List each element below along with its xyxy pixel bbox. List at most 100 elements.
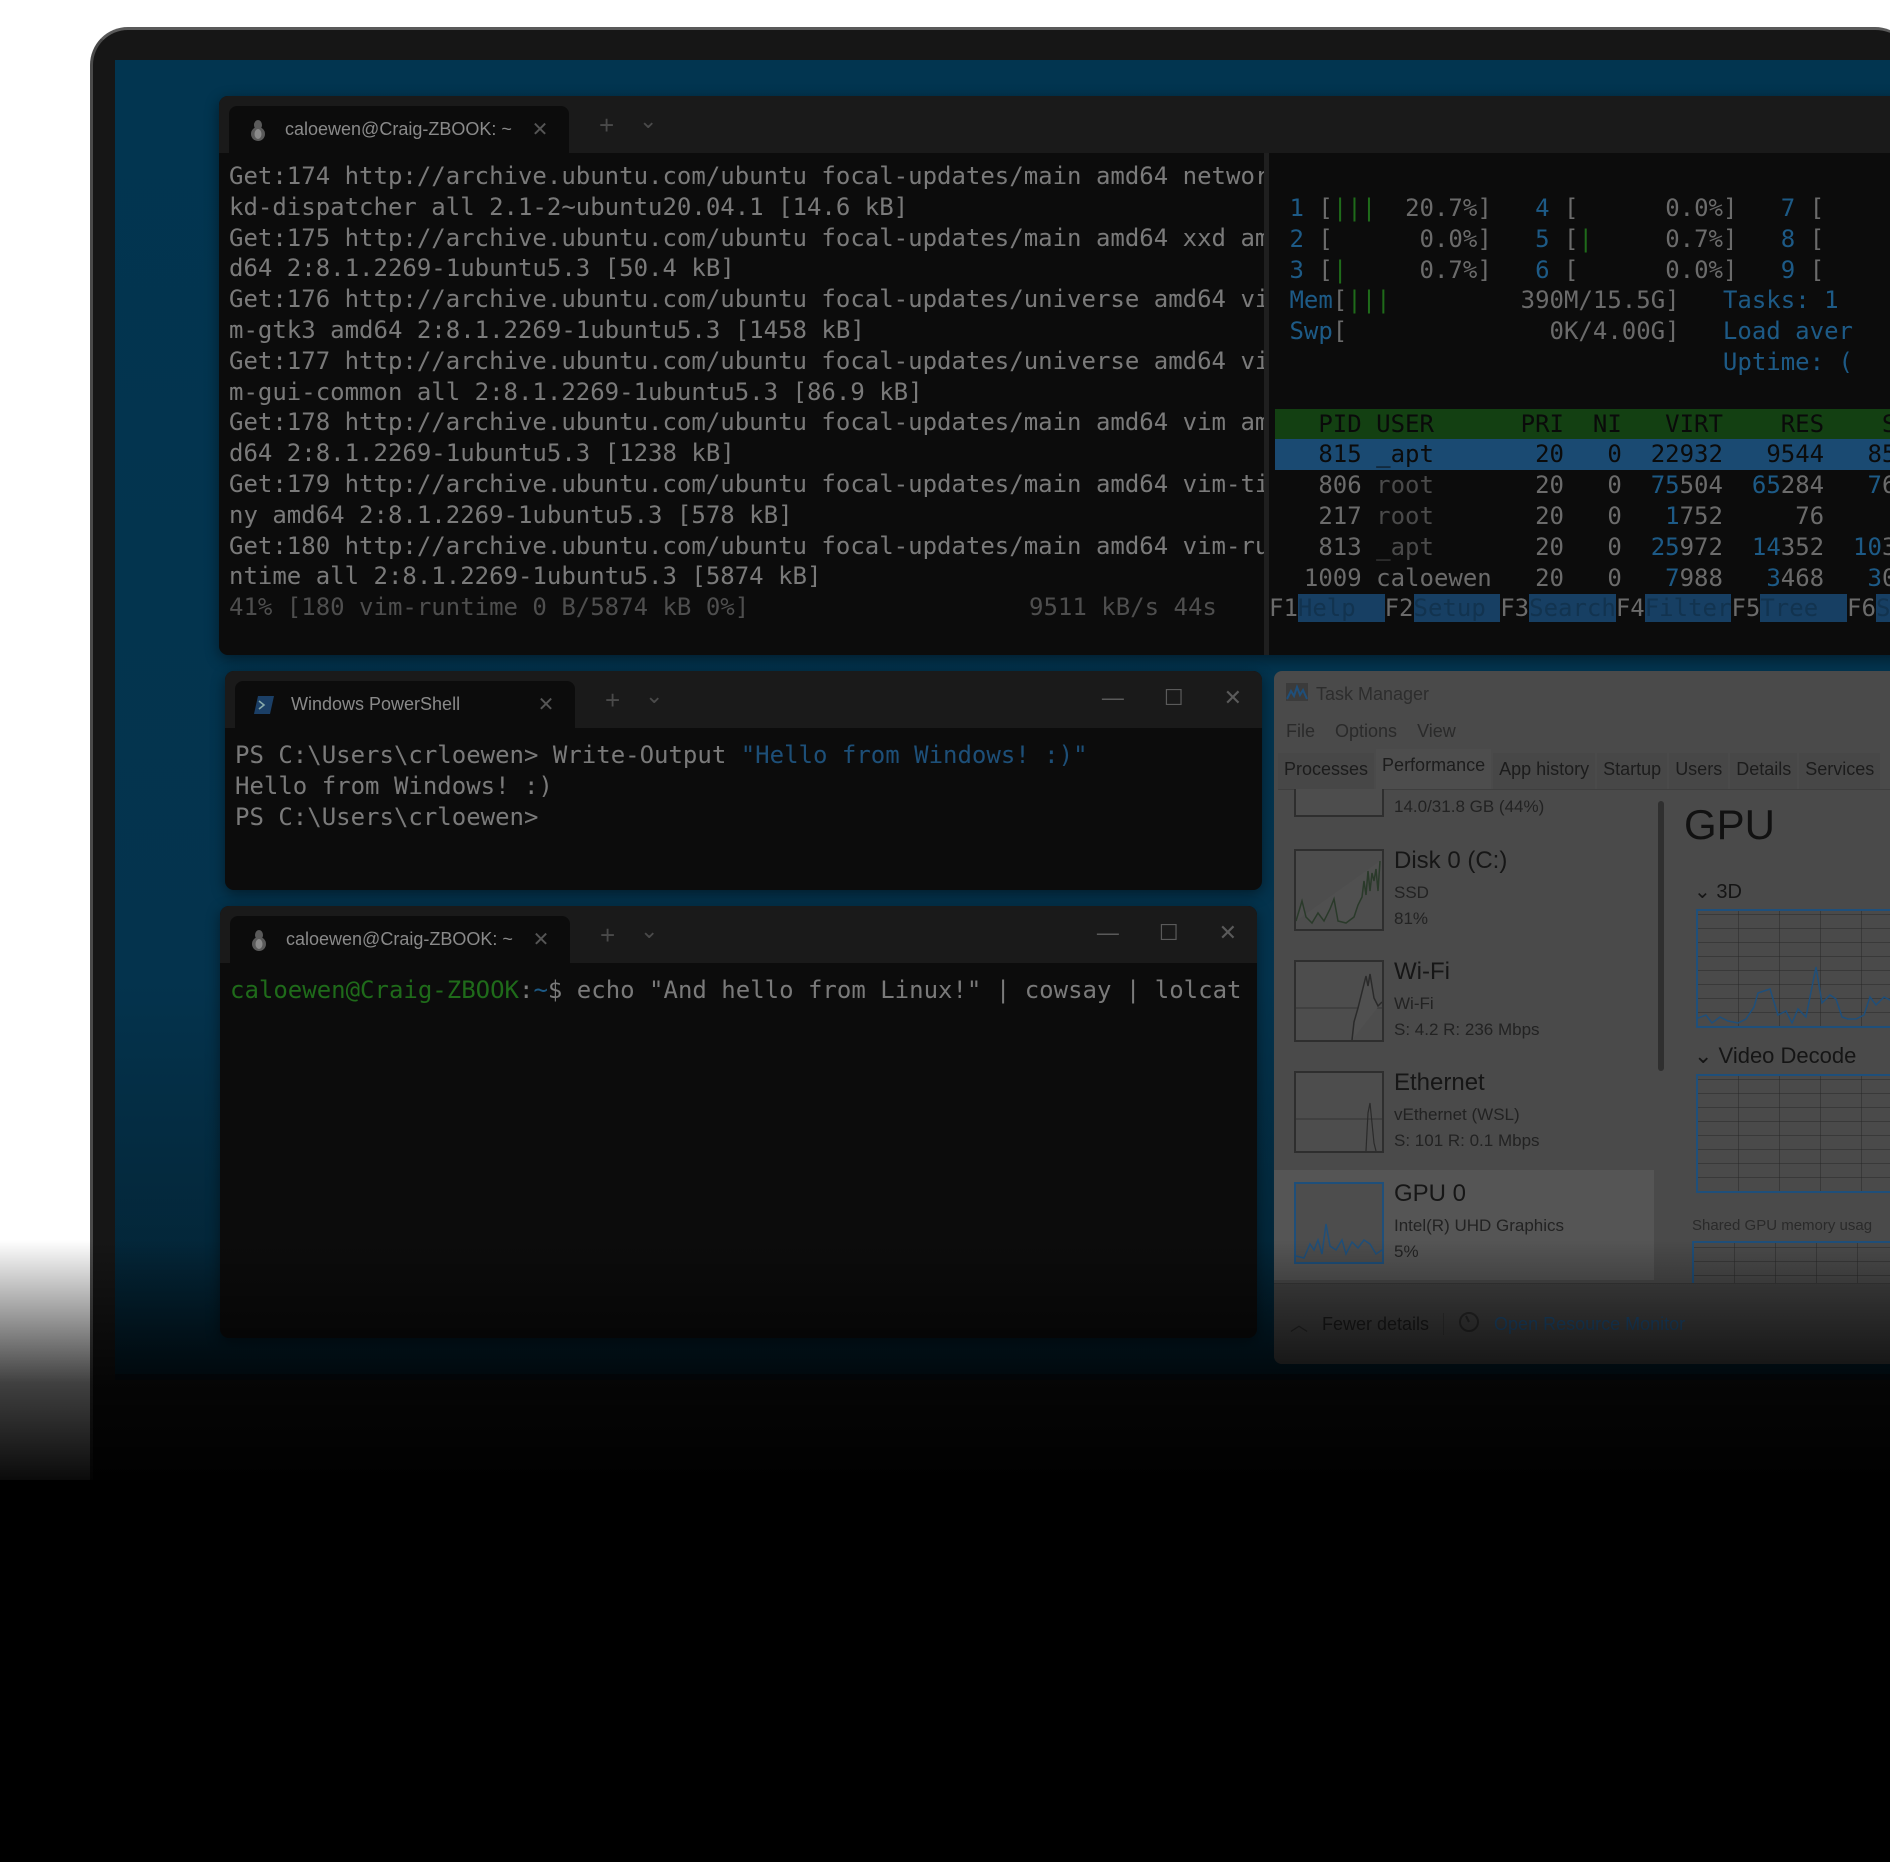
memory-value: 7988: [1665, 563, 1723, 592]
close-window-button[interactable]: ✕: [1219, 920, 1237, 946]
process-priority: 20: [1520, 501, 1579, 530]
memory-value: 1752: [1665, 501, 1723, 530]
function-key-action[interactable]: Tree: [1760, 594, 1848, 623]
mem-usage-value: 390M/15.5G]: [1390, 286, 1680, 315]
process-pid: 813: [1275, 532, 1377, 561]
section-3d-toggle[interactable]: ⌄ 3D: [1694, 879, 1742, 904]
apt-pane[interactable]: Get:174 http://archive.ubuntu.com/ubuntu…: [229, 161, 1270, 623]
powershell-icon: [253, 694, 275, 716]
function-key-action[interactable]: Sor: [1875, 594, 1890, 623]
apt-output-line: Get:175 http://archive.ubuntu.com/ubuntu…: [229, 223, 1270, 252]
cpu-usage-bar: [1824, 225, 1867, 253]
close-tab-icon[interactable]: ✕: [525, 117, 555, 142]
tab-users[interactable]: Users: [1669, 753, 1729, 789]
memory-value: 25972: [1650, 532, 1723, 561]
process-row[interactable]: 1009 caloewen 20 0 7988 3468 3060 R: [1275, 563, 1890, 594]
memory-value: 7616: [1867, 471, 1890, 500]
tab-dropdown-button[interactable]: ⌄: [645, 683, 663, 709]
tab-powershell[interactable]: Windows PowerShell ✕: [235, 681, 575, 728]
chevron-up-icon[interactable]: ︿: [1290, 1311, 1308, 1337]
device-wifi[interactable]: Wi-Fi Wi-Fi S: 4.2 R: 236 Mbps: [1274, 948, 1654, 1058]
process-row[interactable]: 813 _apt 20 0 25972 14352 10320 S: [1275, 532, 1890, 563]
cpu-meter: 4 [ 0.0%]: [1535, 194, 1781, 222]
new-tab-button[interactable]: +: [605, 685, 620, 716]
tab-app-history[interactable]: App history: [1493, 753, 1596, 789]
apt-output-line: d64 2:8.1.2269-1ubuntu5.3 [1238 kB]: [229, 439, 735, 468]
tab-startup[interactable]: Startup: [1597, 753, 1668, 789]
function-key-bar: F1Help F2Setup F3SearchF4FilterF5Tree F6…: [1269, 593, 1890, 624]
ps-prompt: PS C:\Users\crloewen>: [235, 741, 553, 769]
linux-terminal-body[interactable]: caloewen@Craig-ZBOOK:~$ echo "And hello …: [220, 963, 1257, 1338]
maximize-button[interactable]: ☐: [1159, 920, 1179, 946]
tab-details[interactable]: Details: [1730, 753, 1798, 789]
new-tab-button[interactable]: +: [599, 110, 614, 141]
minimize-button[interactable]: —: [1102, 685, 1124, 711]
pane-divider[interactable]: [1264, 153, 1269, 655]
process-priority: 20: [1520, 471, 1579, 500]
device-type: SSD: [1394, 883, 1429, 902]
tab-performance[interactable]: Performance: [1376, 749, 1492, 789]
function-key: F5: [1731, 594, 1761, 623]
tab-services[interactable]: Services: [1799, 753, 1881, 789]
mem-meter-row: Mem[||| 390M/15.5G] Tasks: 1: [1275, 285, 1890, 316]
function-key-action[interactable]: Help: [1297, 594, 1385, 623]
device-gpu[interactable]: GPU 0 Intel(R) UHD Graphics 5%: [1274, 1170, 1654, 1280]
apt-output-line: Get:179 http://archive.ubuntu.com/ubuntu…: [229, 469, 1270, 498]
laptop-base-shadow: [0, 1480, 1890, 1862]
function-key-action[interactable]: Filter: [1644, 594, 1732, 623]
new-tab-button[interactable]: +: [600, 920, 615, 951]
fewer-details-button[interactable]: Fewer details: [1322, 1314, 1429, 1335]
tab-linux[interactable]: caloewen@Craig-ZBOOK: ~ ✕: [229, 106, 569, 153]
tab-processes[interactable]: Processes: [1278, 753, 1375, 789]
open-resource-monitor-link[interactable]: Open Resource Monitor: [1494, 1314, 1685, 1335]
apt-output-line: Get:174 http://archive.ubuntu.com/ubuntu…: [229, 162, 1270, 190]
cpu-usage-value: 20.7%]: [1376, 194, 1492, 222]
cpu-usage-bar: [1578, 256, 1621, 284]
htop-pane[interactable]: 1 [||| 20.7%] 4 [ 0.0%] 7 [ 2 [ 0.0%] 5 …: [1269, 193, 1890, 624]
device-memory[interactable]: 14.0/31.8 GB (44%): [1274, 789, 1654, 829]
gpu-detail-panel: GPU ⌄ 3D ⌄ Video Decode Shared GPU memor…: [1684, 789, 1890, 1305]
mem-usage-bar: |||: [1347, 286, 1391, 315]
function-key-action[interactable]: Search: [1529, 594, 1616, 623]
section-3d-label: 3D: [1716, 881, 1742, 903]
function-key: F3: [1500, 594, 1530, 623]
memory-value: 76: [1795, 501, 1825, 530]
device-usage: 5%: [1394, 1242, 1419, 1261]
tab-dropdown-button[interactable]: ⌄: [639, 108, 657, 134]
powershell-body[interactable]: PS C:\Users\crloewen> Write-Output "Hell…: [225, 728, 1262, 890]
apt-output-line: d64 2:8.1.2269-1ubuntu5.3 [50.4 kB]: [229, 254, 735, 283]
close-tab-icon[interactable]: ✕: [531, 692, 561, 717]
device-list-scrollbar[interactable]: [1658, 801, 1664, 1071]
process-row[interactable]: 815 _apt 20 0 22932 9544 8552 S: [1275, 439, 1890, 471]
menu-file[interactable]: File: [1286, 721, 1315, 742]
close-window-button[interactable]: ✕: [1224, 685, 1242, 711]
terminal-body[interactable]: Get:174 http://archive.ubuntu.com/ubuntu…: [219, 153, 1890, 655]
process-priority: 20: [1520, 532, 1579, 561]
process-row[interactable]: 217 root 20 0 1752 76 0 S: [1275, 501, 1890, 532]
spacer-row: [1275, 378, 1890, 409]
load-average-label: Load aver: [1679, 317, 1853, 346]
tab-dropdown-button[interactable]: ⌄: [640, 918, 658, 944]
device-disk[interactable]: Disk 0 (C:) SSD 81%: [1274, 837, 1654, 947]
device-ethernet[interactable]: Ethernet vEthernet (WSL) S: 101 R: 0.1 M…: [1274, 1059, 1654, 1169]
section-video-decode-toggle[interactable]: ⌄ Video Decode: [1694, 1043, 1856, 1069]
cpu-meter: 5 [| 0.7%]: [1535, 225, 1781, 253]
tab-linux[interactable]: caloewen@Craig-ZBOOK: ~ ✕: [230, 916, 570, 963]
close-tab-icon[interactable]: ✕: [526, 927, 556, 952]
resource-monitor-icon: [1458, 1311, 1480, 1338]
cpu-id: 4: [1535, 194, 1565, 222]
maximize-button[interactable]: ☐: [1164, 685, 1184, 711]
minimize-button[interactable]: —: [1097, 920, 1119, 946]
memory-value: 75504: [1650, 471, 1723, 500]
process-nice: 0: [1578, 532, 1637, 561]
menu-view[interactable]: View: [1417, 721, 1456, 742]
process-row[interactable]: 806 root 20 0 75504 65284 7616 S: [1275, 470, 1890, 501]
apt-output-line: Get:177 http://archive.ubuntu.com/ubuntu…: [229, 346, 1270, 375]
cpu-meter-row: 3 [| 0.7%] 6 [ 0.0%] 9 [: [1275, 255, 1890, 286]
function-key-action[interactable]: Setup: [1413, 594, 1501, 623]
swap-label: Swp: [1275, 317, 1333, 346]
apt-output-line: m-gtk3 amd64 2:8.1.2269-1ubuntu5.3 [1458…: [229, 315, 865, 344]
prompt-separator: :: [518, 976, 534, 1004]
menu-options[interactable]: Options: [1335, 721, 1397, 742]
